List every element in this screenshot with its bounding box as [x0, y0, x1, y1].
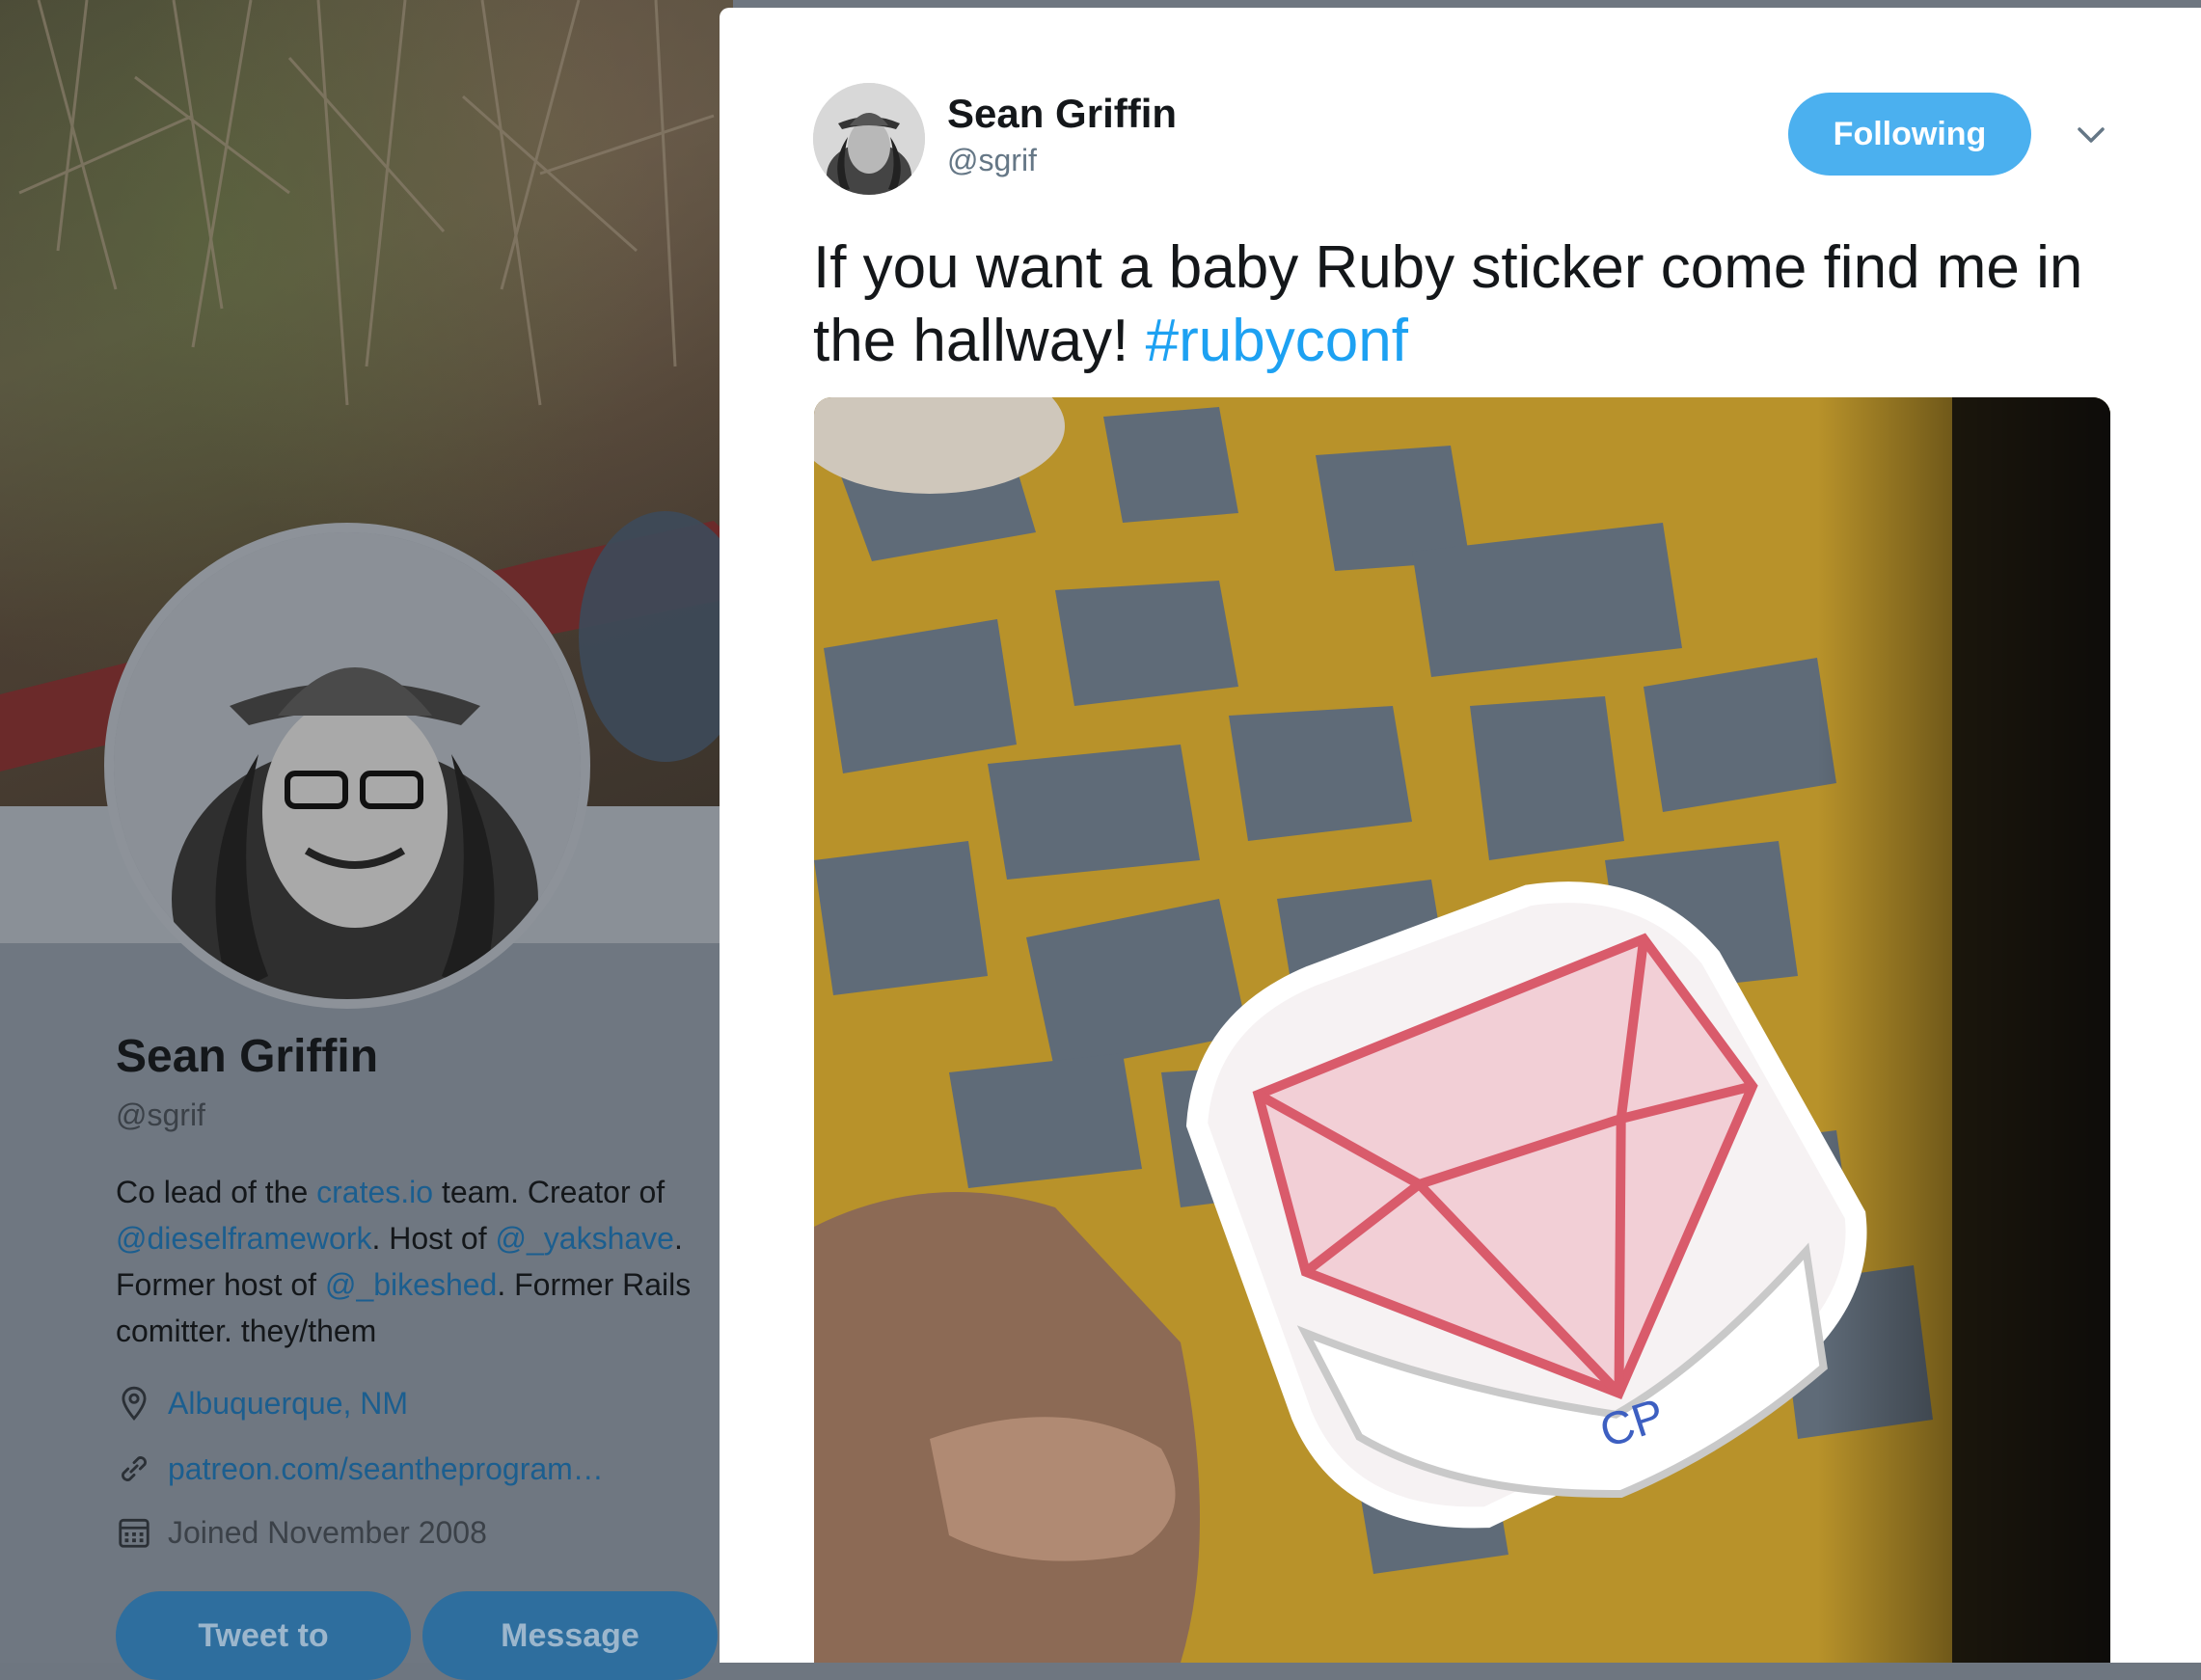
bio-text: team. Creator of — [433, 1175, 666, 1209]
tweet-to-button[interactable]: Tweet to — [116, 1591, 411, 1680]
tweet-author-handle[interactable]: @sgrif — [947, 143, 1037, 178]
tweet-author-name[interactable]: Sean Griffin — [947, 91, 1177, 137]
bio-text: Co lead of the — [116, 1175, 317, 1209]
profile-joined-row: Joined November 2008 — [116, 1514, 487, 1551]
location-icon — [122, 1386, 147, 1421]
profile-location[interactable]: Albuquerque, NM — [168, 1386, 408, 1422]
calendar-icon — [119, 1518, 149, 1548]
profile-avatar[interactable] — [104, 523, 590, 1009]
profile-location-row: Albuquerque, NM — [116, 1385, 408, 1422]
hashtag-link[interactable]: #rubyconf — [1146, 308, 1408, 374]
link-icon — [122, 1456, 147, 1481]
bio-link-crates[interactable]: crates.io — [316, 1175, 433, 1209]
bio-link-diesel[interactable]: @dieselframework — [116, 1221, 371, 1256]
tweet-text-main: If you want a baby Ruby sticker come fin… — [813, 234, 2083, 374]
profile-website-row: patreon.com/seantheprogram… — [116, 1450, 604, 1487]
chevron-down-icon[interactable] — [2074, 120, 2108, 149]
message-button[interactable]: Message — [422, 1591, 718, 1680]
bio-link-bikeshed[interactable]: @_bikeshed — [325, 1267, 497, 1302]
tweet-author-avatar[interactable] — [813, 83, 925, 195]
profile-handle: @sgrif — [116, 1097, 205, 1132]
tweet-modal: Sean Griffin @sgrif Following If you wan… — [720, 8, 2201, 1663]
following-button[interactable]: Following — [1788, 93, 2031, 176]
bio-text: . Host of — [371, 1221, 496, 1256]
profile-name: Sean Griffin — [116, 1031, 379, 1082]
profile-bio: Co lead of the crates.io team. Creator o… — [116, 1169, 723, 1354]
tweet-photo[interactable]: CP — [814, 397, 2110, 1663]
profile-website[interactable]: patreon.com/seantheprogram… — [168, 1451, 604, 1487]
profile-joined: Joined November 2008 — [168, 1514, 487, 1550]
tweet-text: If you want a baby Ruby sticker come fin… — [813, 231, 2144, 378]
bio-link-yakshave[interactable]: @_yakshave — [496, 1221, 674, 1256]
